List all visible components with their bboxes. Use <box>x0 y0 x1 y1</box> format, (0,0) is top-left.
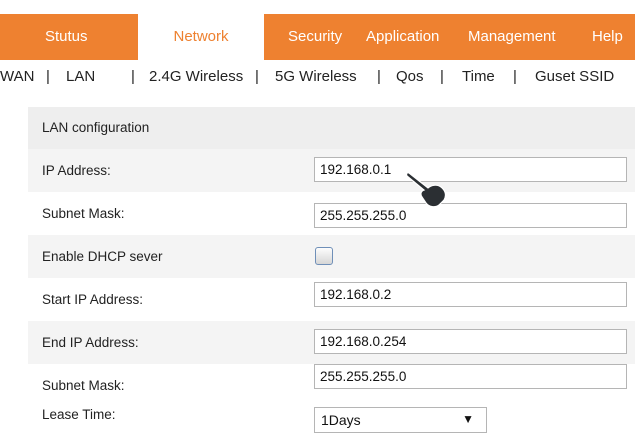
tab-help[interactable]: Help <box>592 14 623 60</box>
ip-address-label: IP Address: <box>42 163 111 178</box>
enable-dhcp-label: Enable DHCP sever <box>42 249 163 264</box>
lease-time-label: Lease Time: <box>42 407 116 422</box>
subnav-2-4g-wireless[interactable]: 2.4G Wireless <box>149 68 243 85</box>
form-row-enable-dhcp: Enable DHCP sever <box>28 235 635 278</box>
subnav-separator: | <box>513 68 517 85</box>
subnav-5g-wireless[interactable]: 5G Wireless <box>275 68 357 85</box>
tab-management[interactable]: Management <box>468 14 556 60</box>
subnav-qos[interactable]: Qos <box>396 68 424 85</box>
subnav-separator: | <box>46 68 50 85</box>
start-ip-input[interactable] <box>314 282 627 307</box>
tab-status[interactable]: Stutus <box>45 14 88 60</box>
subnav-time[interactable]: Time <box>462 68 495 85</box>
enable-dhcp-checkbox[interactable] <box>315 247 333 265</box>
ip-address-input[interactable] <box>314 157 627 182</box>
start-ip-label: Start IP Address: <box>42 292 144 307</box>
tab-security[interactable]: Security <box>288 14 342 60</box>
subnav-guest-ssid[interactable]: Guset SSID <box>535 68 614 85</box>
dhcp-subnet-mask-input[interactable] <box>314 364 627 389</box>
subnav-separator: | <box>255 68 259 85</box>
form-row-end-ip: End IP Address: <box>28 321 635 364</box>
form-row-start-ip: Start IP Address: <box>28 278 635 321</box>
form-row-ip-address: IP Address: <box>28 149 635 192</box>
subnav-separator: | <box>440 68 444 85</box>
tab-network[interactable]: Network <box>138 14 264 60</box>
lease-time-select[interactable]: 1Days ▼ <box>314 407 487 433</box>
subnav-wan[interactable]: WAN <box>0 68 34 85</box>
form-row-dhcp-subnet-mask: Subnet Mask: <box>28 364 635 407</box>
subnav-separator: | <box>131 68 135 85</box>
top-navigation-bar: Stutus Network Security Application Mana… <box>0 14 635 60</box>
dropdown-arrow-icon[interactable]: ▼ <box>462 412 474 426</box>
end-ip-input[interactable] <box>314 329 627 354</box>
subnet-mask-label: Subnet Mask: <box>42 206 125 221</box>
network-sub-navigation: WAN | LAN | 2.4G Wireless | 5G Wireless … <box>0 68 635 92</box>
section-header: LAN configuration <box>28 107 635 149</box>
lease-time-selected-value: 1Days <box>321 412 361 428</box>
end-ip-label: End IP Address: <box>42 335 139 350</box>
form-row-subnet-mask: Subnet Mask: <box>28 192 635 235</box>
subnet-mask-input[interactable] <box>314 203 627 228</box>
tab-application[interactable]: Application <box>366 14 439 60</box>
section-title: LAN configuration <box>42 120 150 135</box>
form-row-lease-time: Lease Time: 1Days ▼ <box>28 407 635 433</box>
subnav-lan[interactable]: LAN <box>66 68 95 85</box>
subnav-separator: | <box>377 68 381 85</box>
